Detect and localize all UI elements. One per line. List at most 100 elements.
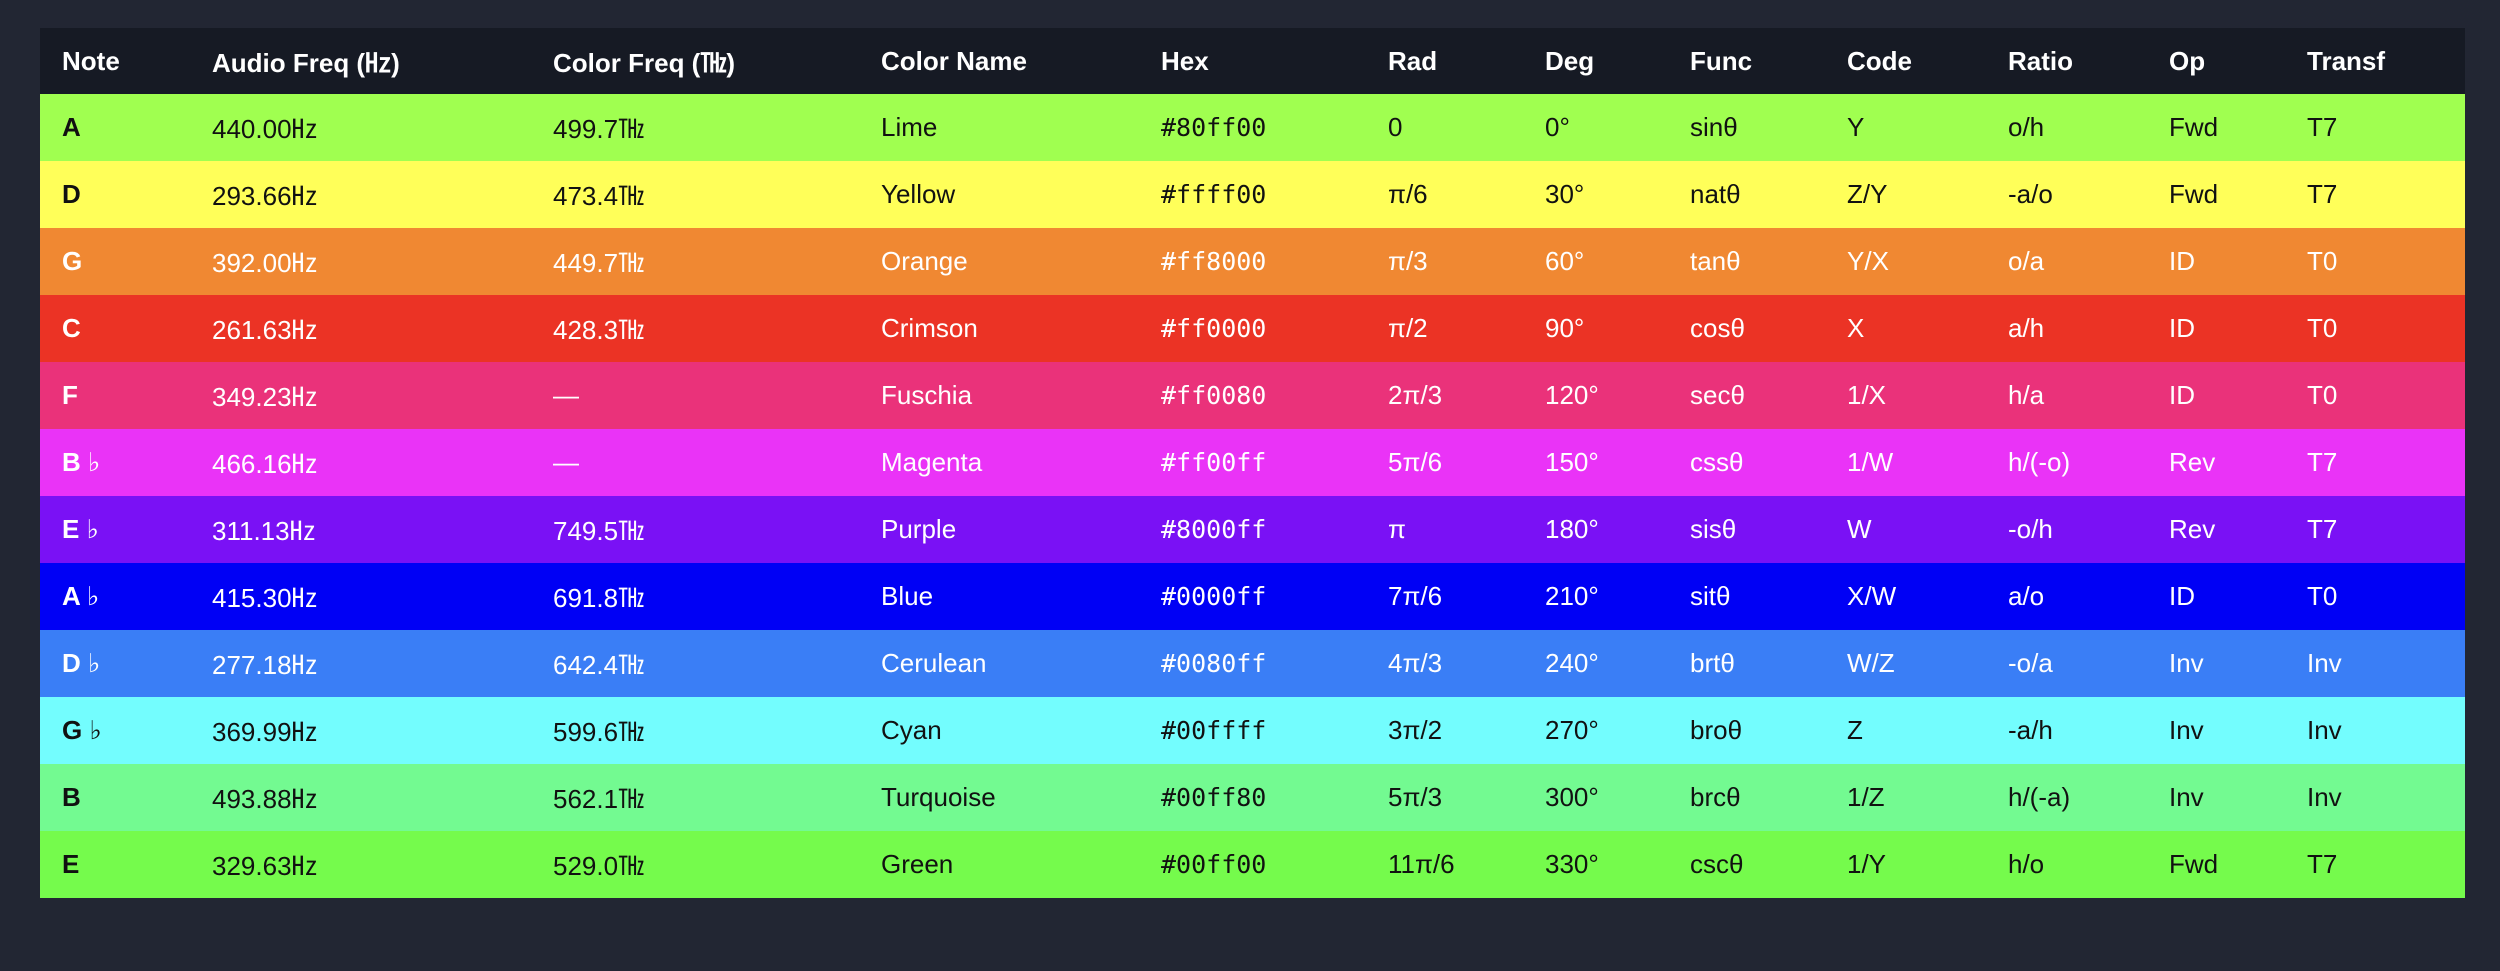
cell-audio-freq: 261.63㎐ bbox=[212, 315, 318, 345]
cell-func: sitθ bbox=[1690, 581, 1731, 611]
table-row: D ♭ 277.18㎐ 642.4㎔ Cerulean #0080ff 4π/3 240° b… bbox=[40, 630, 2465, 697]
cell-note: D ♭ bbox=[62, 648, 101, 678]
cell-color-name: Lime bbox=[881, 112, 938, 142]
cell-rad: 3π/2 bbox=[1388, 715, 1443, 745]
cell-color-freq: 599.6㎔ bbox=[553, 717, 645, 747]
header-hex: Hex bbox=[1161, 45, 1209, 76]
cell-func: cosθ bbox=[1690, 313, 1745, 343]
cell-transf: T0 bbox=[2307, 581, 2338, 611]
cell-func: secθ bbox=[1690, 380, 1745, 410]
cell-transf: T7 bbox=[2307, 849, 2338, 879]
table-body: A 440.00㎐ 499.7㎔ Lime #80ff00 0 0° sinθ Yo/h Fwd T… bbox=[40, 94, 2465, 898]
cell-code: Y bbox=[1847, 112, 1865, 142]
cell-transf: T7 bbox=[2307, 514, 2338, 544]
cell-note: A ♭ bbox=[62, 581, 100, 611]
cell-ratio: -a/o bbox=[2008, 179, 2053, 209]
cell-ratio: a/o bbox=[2008, 581, 2045, 611]
page: Note Audio Freq (㎐) Color Freq (㎔) Color… bbox=[0, 0, 2500, 971]
cell-rad: 5π/3 bbox=[1388, 782, 1443, 812]
cell-ratio: h/o bbox=[2008, 849, 2045, 879]
cell-code: Z/Y bbox=[1847, 179, 1888, 209]
cell-rad: 0 bbox=[1388, 112, 1403, 142]
header-func: Func bbox=[1690, 45, 1753, 76]
cell-hex: #00ff00 bbox=[1161, 850, 1267, 879]
cell-hex: #00ffff bbox=[1161, 716, 1267, 745]
cell-audio-freq: 277.18㎐ bbox=[212, 650, 318, 680]
cell-op: Inv bbox=[2169, 715, 2204, 745]
cell-color-freq: 562.1㎔ bbox=[553, 784, 645, 814]
cell-color-name: Turquoise bbox=[881, 782, 996, 812]
cell-transf: T7 bbox=[2307, 179, 2338, 209]
table-row: G ♭ 369.99㎐ 599.6㎔ Cyan #00ffff 3π/2 270° broθ Z… bbox=[40, 697, 2465, 764]
cell-deg: 120° bbox=[1545, 380, 1599, 410]
cell-color-name: Cerulean bbox=[881, 648, 987, 678]
table-row: E 329.63㎐ 529.0㎔ Green #00ff00 11π/6 330° cscθ 1… bbox=[40, 831, 2465, 898]
cell-code: 1/X bbox=[1847, 380, 1887, 410]
cell-deg: 300° bbox=[1545, 782, 1599, 812]
cell-color-name: Blue bbox=[881, 581, 934, 611]
cell-hex: #8000ff bbox=[1161, 515, 1267, 544]
cell-code: 1/Z bbox=[1847, 782, 1885, 812]
cell-deg: 270° bbox=[1545, 715, 1599, 745]
cell-hex: #ff0000 bbox=[1161, 314, 1267, 343]
table-row: G 392.00㎐ 449.7㎔ Orange #ff8000 π/3 60° tanθ Y/X… bbox=[40, 228, 2465, 295]
header-transf: Transf bbox=[2307, 45, 2386, 76]
cell-color-freq: — bbox=[553, 380, 579, 410]
cell-deg: 330° bbox=[1545, 849, 1599, 879]
cell-func: natθ bbox=[1690, 179, 1741, 209]
cell-rad: 4π/3 bbox=[1388, 648, 1443, 678]
header-color-name: Color Name bbox=[881, 45, 1027, 76]
cell-transf: Inv bbox=[2307, 782, 2342, 812]
cell-color-name: Purple bbox=[881, 514, 957, 544]
cell-op: Rev bbox=[2169, 514, 2216, 544]
cell-op: ID bbox=[2169, 380, 2195, 410]
header-color-freq: Color Freq (㎔) bbox=[553, 47, 735, 78]
cell-note: C bbox=[62, 313, 81, 343]
cell-note: G bbox=[62, 246, 83, 276]
cell-ratio: h/(-a) bbox=[2008, 782, 2071, 812]
cell-transf: T0 bbox=[2307, 246, 2338, 276]
cell-op: Fwd bbox=[2169, 112, 2219, 142]
cell-code: W/Z bbox=[1847, 648, 1895, 678]
cell-color-name: Yellow bbox=[881, 179, 956, 209]
cell-audio-freq: 293.66㎐ bbox=[212, 181, 318, 211]
cell-audio-freq: 311.13㎐ bbox=[212, 516, 316, 546]
cell-code: Z bbox=[1847, 715, 1863, 745]
cell-audio-freq: 349.23㎐ bbox=[212, 382, 318, 412]
cell-note: B bbox=[62, 782, 81, 812]
cell-color-name: Magenta bbox=[881, 447, 983, 477]
cell-hex: #ffff00 bbox=[1161, 180, 1267, 209]
cell-transf: Inv bbox=[2307, 648, 2342, 678]
cell-transf: Inv bbox=[2307, 715, 2342, 745]
cell-ratio: h/(-o) bbox=[2008, 447, 2071, 477]
cell-hex: #ff00ff bbox=[1161, 448, 1267, 477]
cell-transf: T7 bbox=[2307, 447, 2338, 477]
cell-deg: 180° bbox=[1545, 514, 1599, 544]
cell-func: brtθ bbox=[1690, 648, 1735, 678]
cell-hex: #0080ff bbox=[1161, 649, 1267, 678]
cell-hex: #80ff00 bbox=[1161, 113, 1267, 142]
cell-color-name: Cyan bbox=[881, 715, 942, 745]
cell-deg: 150° bbox=[1545, 447, 1599, 477]
cell-code: Y/X bbox=[1847, 246, 1889, 276]
header-op: Op bbox=[2169, 45, 2206, 76]
table-row: C 261.63㎐ 428.3㎔ Crimson #ff0000 π/2 90° cosθ Xa… bbox=[40, 295, 2465, 362]
table-row: B ♭ 466.16㎐ — Magenta #ff00ff 5π/6 150° cssθ 1/W… bbox=[40, 429, 2465, 496]
cell-rad: 5π/6 bbox=[1388, 447, 1443, 477]
cell-code: 1/W bbox=[1847, 447, 1894, 477]
cell-deg: 60° bbox=[1545, 246, 1585, 276]
header-deg: Deg bbox=[1545, 45, 1595, 76]
cell-color-name: Crimson bbox=[881, 313, 978, 343]
cell-hex: #00ff80 bbox=[1161, 783, 1267, 812]
header-code: Code bbox=[1847, 45, 1912, 76]
cell-transf: T0 bbox=[2307, 380, 2338, 410]
cell-rad: 2π/3 bbox=[1388, 380, 1443, 410]
cell-rad: 7π/6 bbox=[1388, 581, 1443, 611]
cell-hex: #0000ff bbox=[1161, 582, 1267, 611]
cell-code: X bbox=[1847, 313, 1865, 343]
cell-note: G ♭ bbox=[62, 715, 102, 745]
cell-color-freq: 691.8㎔ bbox=[553, 583, 645, 613]
cell-audio-freq: 329.63㎐ bbox=[212, 851, 318, 881]
cell-func: cscθ bbox=[1690, 849, 1744, 879]
cell-note: D bbox=[62, 179, 81, 209]
